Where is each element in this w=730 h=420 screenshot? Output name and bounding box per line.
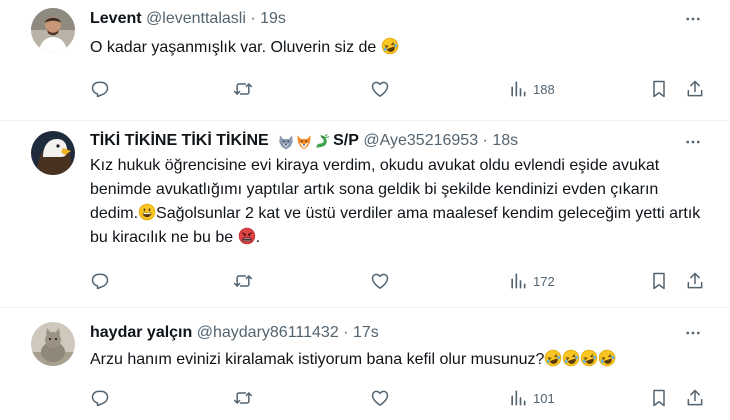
timestamp[interactable]: 18s [492, 132, 518, 149]
retweet-icon [233, 271, 253, 291]
reply-icon [90, 388, 110, 408]
separator-dot: · [343, 324, 349, 341]
reply-button[interactable] [90, 386, 110, 410]
action-bar: 172 [90, 269, 710, 293]
share-icon [685, 79, 705, 99]
bookmark-icon [649, 79, 669, 99]
tweet-text: Arzu hanım evinizi kiralamak istiyorum b… [90, 348, 710, 372]
share-button[interactable] [685, 269, 705, 293]
tweet-text: O kadar yaşanmışlık var. Oluverin siz de [90, 36, 710, 60]
views-count: 101 [533, 390, 555, 406]
tweet-header: TİKİ TİKİNE TİKİ TİKİNE S/P @Aye35216953… [90, 131, 518, 154]
bookmark-button[interactable] [649, 77, 669, 101]
angry-symbols-emoji [238, 227, 256, 245]
user-handle[interactable]: @Aye35216953 [363, 132, 478, 149]
bookmark-icon [649, 271, 669, 291]
tweet[interactable]: haydar yalçın @haydary86111432 · 17s Arz… [0, 308, 730, 420]
dragon-emoji [313, 133, 331, 151]
tweet-text-part: Sağolsunlar 2 kat ve üstü verdiler ama m… [90, 205, 701, 246]
like-icon [370, 79, 390, 99]
grinning-emoji [138, 203, 156, 221]
like-icon [370, 388, 390, 408]
like-button[interactable] [370, 386, 390, 410]
retweet-button[interactable] [233, 269, 253, 293]
like-button[interactable] [370, 269, 390, 293]
tweet[interactable]: TİKİ TİKİNE TİKİ TİKİNE S/P @Aye35216953… [0, 121, 730, 307]
share-button[interactable] [685, 77, 705, 101]
tweet-header: haydar yalçın @haydary86111432 · 17s [90, 323, 379, 343]
tweet-text-content: O kadar yaşanmışlık var. Oluverin siz de [90, 39, 377, 56]
timestamp[interactable]: 19s [260, 10, 286, 27]
action-bar: 101 [90, 386, 710, 410]
bookmark-button[interactable] [649, 386, 669, 410]
views-count: 188 [533, 81, 555, 97]
views-icon [508, 388, 528, 408]
avatar[interactable] [31, 131, 75, 175]
like-icon [370, 271, 390, 291]
avatar[interactable] [31, 322, 75, 366]
laughing-emoji [598, 349, 616, 367]
separator-dot: · [482, 132, 488, 149]
action-bar: 188 [90, 77, 710, 101]
tweet-text-part: . [255, 229, 261, 246]
retweet-icon [233, 79, 253, 99]
fox-emoji [295, 133, 313, 151]
like-button[interactable] [370, 77, 390, 101]
tweet-header: Levent @leventtalasli · 19s [90, 9, 286, 29]
reply-button[interactable] [90, 77, 110, 101]
views-button[interactable]: 101 [508, 386, 555, 410]
views-icon [508, 271, 528, 291]
views-count: 172 [533, 273, 555, 289]
retweet-icon [233, 388, 253, 408]
bookmark-icon [649, 388, 669, 408]
bookmark-button[interactable] [649, 269, 669, 293]
views-button[interactable]: 188 [508, 77, 555, 101]
tweet-text: Kız hukuk öğrencisine evi kiraya verdim,… [90, 154, 710, 250]
laughing-emoji [381, 37, 399, 55]
retweet-button[interactable] [233, 386, 253, 410]
user-handle[interactable]: @leventtalasli [146, 10, 246, 27]
display-name[interactable]: TİKİ TİKİNE TİKİ TİKİNE [90, 132, 269, 149]
separator-dot: · [250, 10, 256, 27]
display-name-suffix[interactable]: S/P [333, 132, 359, 149]
laughing-emoji [580, 349, 598, 367]
timestamp[interactable]: 17s [353, 324, 379, 341]
reply-icon [90, 271, 110, 291]
name-emojis [277, 133, 331, 154]
more-icon[interactable] [684, 10, 702, 28]
laughing-emoji [562, 349, 580, 367]
share-icon [685, 388, 705, 408]
display-name[interactable]: haydar yalçın [90, 324, 192, 341]
reply-icon [90, 79, 110, 99]
tweet[interactable]: Levent @leventtalasli · 19s O kadar yaşa… [0, 0, 730, 120]
tweet-text-content: Arzu hanım evinizi kiralamak istiyorum b… [90, 351, 545, 368]
avatar[interactable] [31, 8, 75, 52]
share-icon [685, 271, 705, 291]
reply-button[interactable] [90, 269, 110, 293]
views-icon [508, 79, 528, 99]
more-icon[interactable] [684, 133, 702, 151]
views-button[interactable]: 172 [508, 269, 555, 293]
laughing-emoji [544, 349, 562, 367]
wolf-emoji [277, 133, 295, 151]
share-button[interactable] [685, 386, 705, 410]
display-name[interactable]: Levent [90, 10, 142, 27]
retweet-button[interactable] [233, 77, 253, 101]
user-handle[interactable]: @haydary86111432 [197, 324, 339, 341]
more-icon[interactable] [684, 324, 702, 342]
